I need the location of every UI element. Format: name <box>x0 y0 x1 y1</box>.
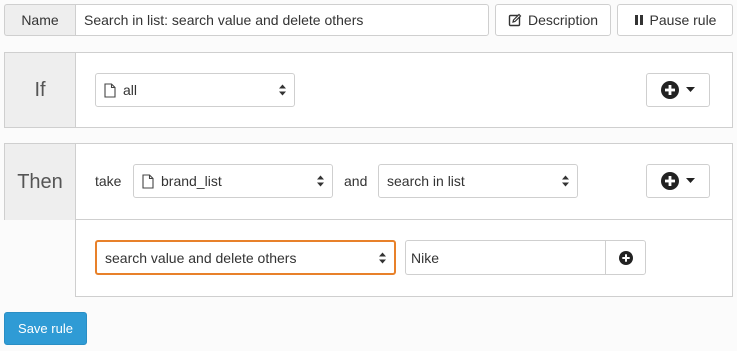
condition-select-value: all <box>123 82 138 98</box>
operation-select[interactable]: search in list <box>378 164 578 198</box>
edit-icon <box>508 13 522 27</box>
plus-circle-icon <box>661 81 679 99</box>
and-text: and <box>344 173 368 189</box>
plus-circle-icon <box>618 250 633 265</box>
add-condition-button[interactable] <box>646 73 710 107</box>
select-arrows-icon <box>278 84 287 97</box>
search-value-input[interactable]: Nike <box>405 240 606 275</box>
select-arrows-icon <box>316 175 325 188</box>
action-select[interactable]: search value and delete others <box>95 240 396 275</box>
save-rule-button[interactable]: Save rule <box>4 312 87 345</box>
if-heading-text: If <box>34 78 46 101</box>
search-value-text: Nike <box>411 249 440 266</box>
save-rule-button-label: Save rule <box>18 321 73 336</box>
if-block-heading: If <box>4 52 75 128</box>
rule-name-input[interactable]: Search in list: search value and delete … <box>75 4 489 36</box>
document-icon <box>142 173 154 189</box>
pause-rule-button[interactable]: Pause rule <box>617 4 733 36</box>
select-arrows-icon <box>378 251 387 264</box>
list-select[interactable]: brand_list <box>133 164 333 198</box>
pause-rule-button-label: Pause rule <box>649 12 717 28</box>
take-text: take <box>95 173 122 189</box>
list-select-value: brand_list <box>161 173 222 189</box>
add-value-button[interactable] <box>605 240 646 275</box>
add-action-button[interactable] <box>646 164 710 198</box>
pause-icon <box>634 14 644 26</box>
condition-select[interactable]: all <box>95 73 295 107</box>
description-button[interactable]: Description <box>495 4 611 36</box>
caret-down-icon <box>686 87 695 93</box>
operation-select-value: search in list <box>387 173 465 189</box>
plus-circle-icon <box>661 172 679 190</box>
name-label-text: Name <box>21 12 59 28</box>
rule-name-value: Search in list: search value and delete … <box>84 12 364 28</box>
then-heading-text: Then <box>17 170 63 193</box>
then-block-heading: Then <box>4 143 75 220</box>
caret-down-icon <box>686 178 695 184</box>
select-arrows-icon <box>561 175 570 188</box>
action-select-value: search value and delete others <box>105 249 297 266</box>
document-icon <box>104 82 116 98</box>
description-button-label: Description <box>527 12 599 28</box>
name-label: Name <box>4 4 75 36</box>
